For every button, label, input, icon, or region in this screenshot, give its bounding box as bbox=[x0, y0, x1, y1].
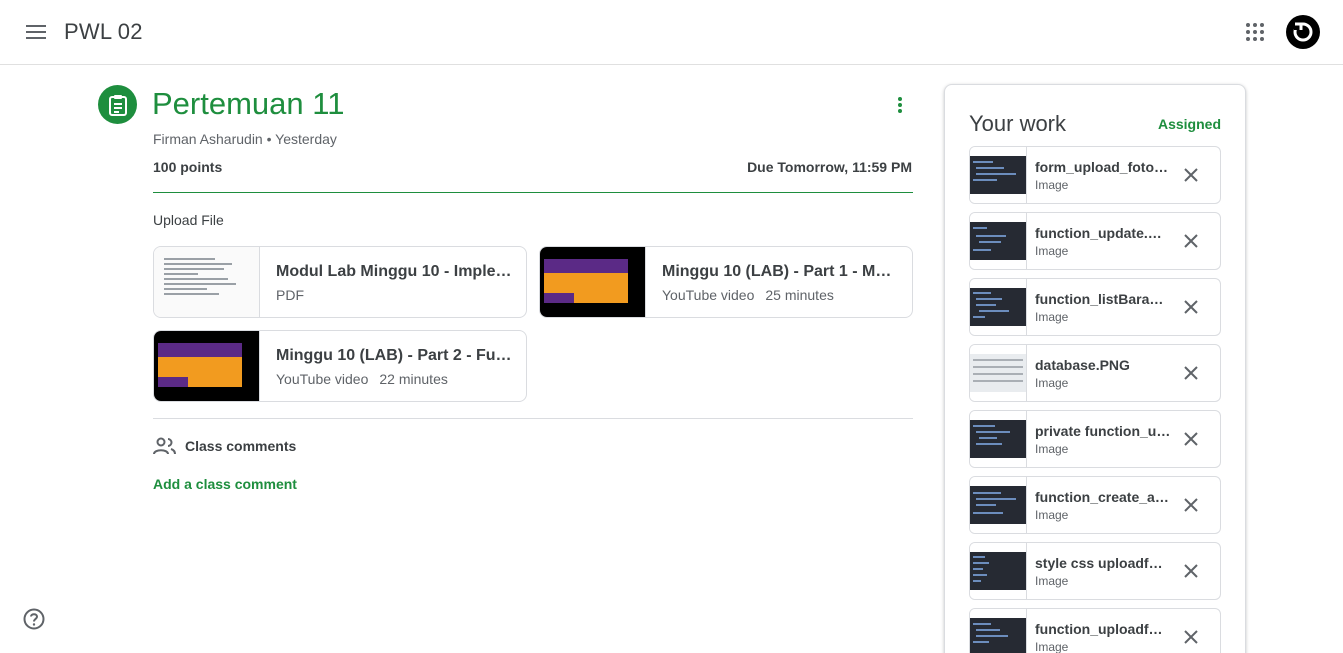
file-type: Image bbox=[1035, 376, 1069, 390]
assignment-icon bbox=[98, 85, 137, 124]
remove-file-button[interactable] bbox=[1180, 428, 1202, 450]
attachment-card[interactable]: Minggu 10 (LAB) - Part 2 - Fungsi Upload… bbox=[153, 330, 527, 402]
file-thumbnail bbox=[970, 411, 1027, 467]
class-comments-header: Class comments bbox=[153, 437, 296, 455]
file-name: database.PNG bbox=[1035, 357, 1130, 373]
file-thumbnail bbox=[970, 345, 1027, 401]
close-icon bbox=[1184, 498, 1198, 512]
work-file[interactable]: function_create_action.PNG Image bbox=[969, 476, 1221, 534]
file-name: form_upload_foto.PNG bbox=[1035, 159, 1171, 175]
file-type: Image bbox=[1035, 508, 1069, 522]
attachment-title: Minggu 10 (LAB) - Part 2 - Fungsi Upload… bbox=[276, 347, 512, 364]
file-type: Image bbox=[1035, 640, 1069, 653]
class-comments-label: Class comments bbox=[185, 438, 297, 454]
assignment-title: Pertemuan 11 bbox=[152, 86, 345, 121]
file-thumbnail bbox=[970, 609, 1027, 653]
attachment-title: Modul Lab Minggu 10 - Implementasi Uploa… bbox=[276, 263, 512, 280]
top-app-bar: PWL 02 bbox=[0, 0, 1343, 65]
attachment-subtitle: YouTube video 22 minutes bbox=[276, 371, 448, 387]
main-menu-button[interactable] bbox=[14, 10, 58, 54]
work-file[interactable]: function_listBarang.PNG Image bbox=[969, 278, 1221, 336]
video-thumbnail bbox=[154, 331, 260, 401]
assignment-description: Upload File bbox=[153, 212, 224, 228]
file-thumbnail bbox=[970, 213, 1027, 269]
hamburger-menu-icon bbox=[26, 25, 46, 39]
your-work-panel: Your work Assigned form_upload_foto.PNG … bbox=[944, 84, 1246, 653]
file-type: Image bbox=[1035, 574, 1069, 588]
add-class-comment-link[interactable]: Add a class comment bbox=[153, 476, 297, 492]
file-thumbnail bbox=[970, 477, 1027, 533]
file-name: function_uploadfoto.PNG bbox=[1035, 621, 1171, 637]
attachment-subtitle: PDF bbox=[276, 287, 304, 303]
work-file[interactable]: function_update.PNG Image bbox=[969, 212, 1221, 270]
work-file[interactable]: function_uploadfoto.PNG Image bbox=[969, 608, 1221, 653]
help-icon bbox=[23, 608, 45, 630]
attachment-title: Minggu 10 (LAB) - Part 1 - Membuat Form … bbox=[662, 263, 898, 280]
class-title[interactable]: PWL 02 bbox=[64, 19, 143, 45]
work-file[interactable]: form_upload_foto.PNG Image bbox=[969, 146, 1221, 204]
work-file[interactable]: style css uploadfoto.PNG Image bbox=[969, 542, 1221, 600]
close-icon bbox=[1184, 234, 1198, 248]
avatar-logo-icon bbox=[1293, 22, 1313, 42]
close-icon bbox=[1184, 300, 1198, 314]
file-name: function_create_action.PNG bbox=[1035, 489, 1171, 505]
remove-file-button[interactable] bbox=[1180, 362, 1202, 384]
close-icon bbox=[1184, 630, 1198, 644]
work-status: Assigned bbox=[1157, 116, 1221, 132]
file-thumbnail bbox=[970, 147, 1027, 203]
apps-grid-icon bbox=[1246, 23, 1264, 41]
close-icon bbox=[1184, 366, 1198, 380]
due-date: Due Tomorrow, 11:59 PM bbox=[747, 159, 912, 175]
section-divider bbox=[153, 418, 913, 419]
remove-file-button[interactable] bbox=[1180, 560, 1202, 582]
file-type: Image bbox=[1035, 310, 1069, 324]
remove-file-button[interactable] bbox=[1180, 626, 1202, 648]
people-icon bbox=[153, 437, 176, 455]
file-thumbnail bbox=[970, 279, 1027, 335]
file-name: style css uploadfoto.PNG bbox=[1035, 555, 1171, 571]
remove-file-button[interactable] bbox=[1180, 296, 1202, 318]
attachment-card[interactable]: Modul Lab Minggu 10 - Implementasi Uploa… bbox=[153, 246, 527, 318]
attachment-card[interactable]: Minggu 10 (LAB) - Part 1 - Membuat Form … bbox=[539, 246, 913, 318]
points-value: 100 points bbox=[153, 159, 223, 175]
file-type: Image bbox=[1035, 178, 1069, 192]
file-type: Image bbox=[1035, 442, 1069, 456]
more-options-button[interactable] bbox=[884, 89, 916, 121]
more-vert-icon bbox=[898, 97, 902, 113]
author-name: Firman Asharudin bbox=[153, 131, 263, 147]
posted-time: Yesterday bbox=[275, 131, 337, 147]
work-file[interactable]: database.PNG Image bbox=[969, 344, 1221, 402]
remove-file-button[interactable] bbox=[1180, 494, 1202, 516]
remove-file-button[interactable] bbox=[1180, 164, 1202, 186]
close-icon bbox=[1184, 564, 1198, 578]
file-name: private function_upload.PNG bbox=[1035, 423, 1171, 439]
attachment-subtitle: YouTube video 25 minutes bbox=[662, 287, 834, 303]
close-icon bbox=[1184, 168, 1198, 182]
help-button[interactable] bbox=[22, 607, 46, 631]
remove-file-button[interactable] bbox=[1180, 230, 1202, 252]
file-type: Image bbox=[1035, 244, 1069, 258]
account-avatar[interactable] bbox=[1286, 15, 1320, 49]
header-divider bbox=[153, 192, 913, 193]
file-name: function_listBarang.PNG bbox=[1035, 291, 1171, 307]
google-apps-button[interactable] bbox=[1233, 10, 1277, 54]
file-thumbnail bbox=[970, 543, 1027, 599]
file-name: function_update.PNG bbox=[1035, 225, 1171, 241]
video-thumbnail bbox=[540, 247, 646, 317]
work-file[interactable]: private function_upload.PNG Image bbox=[969, 410, 1221, 468]
close-icon bbox=[1184, 432, 1198, 446]
your-work-title: Your work bbox=[969, 111, 1067, 136]
attachment-thumbnail bbox=[154, 247, 260, 317]
assignment-meta: Firman Asharudin • Yesterday bbox=[153, 131, 337, 147]
meta-separator: • bbox=[266, 131, 276, 147]
